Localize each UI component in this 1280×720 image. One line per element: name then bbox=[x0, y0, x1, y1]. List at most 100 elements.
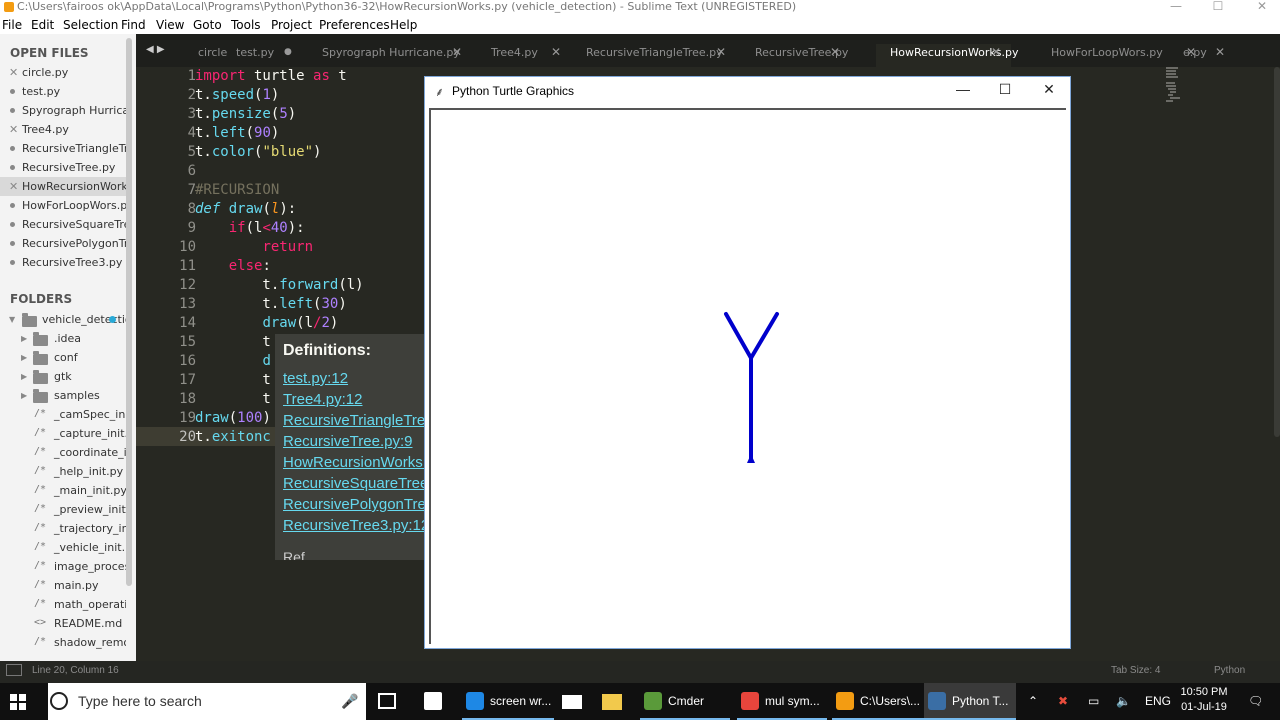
tab-nav-arrows-icon[interactable]: ◀ ▶ bbox=[146, 44, 165, 55]
syntax-indicator[interactable]: Python bbox=[1214, 665, 1245, 676]
menu-help[interactable]: Help bbox=[390, 18, 417, 32]
taskbar-app[interactable]: screen wr... bbox=[462, 683, 554, 720]
definition-link[interactable]: RecursivePolygonTree.py:12 bbox=[283, 496, 425, 513]
close-window-button[interactable]: ✕ bbox=[1244, 0, 1280, 14]
unsaved-dot-icon[interactable] bbox=[10, 165, 15, 170]
folder-file-item[interactable]: /* image_processing.py bbox=[0, 557, 126, 576]
unsaved-dot-icon[interactable] bbox=[10, 108, 15, 113]
close-tab-icon[interactable]: ✕ bbox=[551, 45, 561, 59]
definition-link[interactable]: RecursiveTriangleTree.py:12 bbox=[283, 412, 425, 429]
open-file-item[interactable]: HowForLoopWors.py bbox=[0, 196, 126, 215]
menu-find[interactable]: Find bbox=[121, 18, 146, 32]
open-file-item[interactable]: RecursiveTree.py bbox=[0, 158, 126, 177]
volume-icon[interactable]: 🔈 bbox=[1116, 694, 1131, 708]
definition-link[interactable]: test.py:12 bbox=[283, 370, 348, 387]
close-tab-icon[interactable]: ✕ bbox=[830, 45, 840, 59]
turtle-maximize-button[interactable]: ☐ bbox=[985, 81, 1025, 101]
definition-link[interactable]: RecursiveSquareTree.py:12 bbox=[283, 475, 425, 492]
open-file-item[interactable]: RecursiveTree3.py bbox=[0, 253, 126, 272]
folder-root[interactable]: ▼ vehicle_detection bbox=[0, 310, 126, 329]
tab-size-indicator[interactable]: Tab Size: 4 bbox=[1111, 665, 1160, 676]
close-file-icon[interactable]: ✕ bbox=[9, 180, 18, 193]
editor-tab[interactable]: Spyrograph Hurricane.py ✕ bbox=[322, 44, 472, 67]
folder-file-item[interactable]: /* _main_init.py bbox=[0, 481, 126, 500]
folder-file-item[interactable]: /* _help_init.py bbox=[0, 462, 126, 481]
editor-tab[interactable]: Tree4.py ✕ bbox=[491, 44, 571, 67]
open-file-item[interactable]: RecursiveTriangleTree.py bbox=[0, 139, 126, 158]
menu-project[interactable]: Project bbox=[271, 18, 312, 32]
turtle-close-button[interactable]: ✕ bbox=[1029, 81, 1069, 101]
folder-file-item[interactable]: /* math_operations.py bbox=[0, 595, 126, 614]
task-view-icon[interactable] bbox=[378, 693, 396, 709]
open-file-item[interactable]: RecursivePolygonTree.py bbox=[0, 234, 126, 253]
definition-link[interactable]: RecursiveTree3.py:12 bbox=[283, 517, 425, 534]
close-file-icon[interactable]: ✕ bbox=[9, 123, 18, 136]
subfolder-item[interactable]: ▶ gtk bbox=[0, 367, 126, 386]
taskbar-search[interactable]: Type here to search 🎤 bbox=[48, 683, 366, 720]
taskbar-app[interactable]: Python T... bbox=[924, 683, 1016, 720]
minimize-window-button[interactable]: — bbox=[1158, 0, 1194, 14]
menu-tools[interactable]: Tools bbox=[231, 18, 261, 32]
store-icon[interactable] bbox=[424, 692, 442, 710]
folder-file-item[interactable]: /* main.py bbox=[0, 576, 126, 595]
close-tab-icon[interactable]: ✕ bbox=[991, 45, 1001, 59]
turtle-canvas[interactable] bbox=[429, 108, 1066, 644]
folder-file-item[interactable]: <> README.md bbox=[0, 614, 126, 633]
unsaved-dot-icon[interactable] bbox=[10, 146, 15, 151]
close-tab-icon[interactable]: ✕ bbox=[1215, 45, 1225, 59]
mail-icon[interactable] bbox=[562, 695, 582, 709]
subfolder-item[interactable]: ▶ samples bbox=[0, 386, 126, 405]
language-indicator[interactable]: ENG bbox=[1145, 694, 1171, 708]
notifications-icon[interactable]: 🗨 bbox=[1248, 694, 1263, 708]
editor-tab[interactable]: e.py ✕ bbox=[1183, 44, 1235, 67]
battery-icon[interactable]: ▭ bbox=[1088, 694, 1099, 708]
folder-file-item[interactable]: /* _vehicle_init.py bbox=[0, 538, 126, 557]
editor-scrollbar[interactable] bbox=[1274, 67, 1280, 437]
subfolder-item[interactable]: ▶ .idea bbox=[0, 329, 126, 348]
editor-tab[interactable]: circle bbox=[198, 44, 234, 67]
open-file-item[interactable]: Spyrograph Hurricane.py bbox=[0, 101, 126, 120]
editor-tab[interactable]: RecursiveTree.py ✕ bbox=[755, 44, 850, 67]
folder-file-item[interactable]: /* _coordinate_init.py bbox=[0, 443, 126, 462]
menu-file[interactable]: File bbox=[2, 18, 22, 32]
folder-file-item[interactable]: /* shadow_removal.py bbox=[0, 633, 126, 652]
panel-toggle-icon[interactable] bbox=[6, 664, 22, 676]
taskbar-app[interactable]: Cmder bbox=[640, 683, 730, 720]
folder-file-item[interactable]: /* _capture_init.py bbox=[0, 424, 126, 443]
windows-start-icon[interactable] bbox=[10, 694, 26, 710]
menu-view[interactable]: View bbox=[156, 18, 184, 32]
menu-selection[interactable]: Selection bbox=[63, 18, 118, 32]
open-file-item[interactable]: test.py bbox=[0, 82, 126, 101]
unsaved-dot-icon[interactable] bbox=[10, 203, 15, 208]
file-explorer-icon[interactable] bbox=[602, 694, 622, 710]
definition-link[interactable]: Tree4.py:12 bbox=[283, 391, 363, 408]
open-file-item[interactable]: ✕ Tree4.py bbox=[0, 120, 126, 139]
network-warning-icon[interactable]: ✖ bbox=[1058, 694, 1068, 708]
unsaved-dot-icon[interactable]: ● bbox=[284, 47, 292, 57]
menu-goto[interactable]: Goto bbox=[193, 18, 222, 32]
unsaved-dot-icon[interactable] bbox=[10, 222, 15, 227]
folder-file-item[interactable]: /* _camSpec_init_.py bbox=[0, 405, 126, 424]
microphone-icon[interactable]: 🎤 bbox=[341, 693, 358, 710]
open-file-item[interactable]: ✕ circle.py bbox=[0, 63, 126, 82]
definition-link[interactable]: HowRecursionWorks.py:8 bbox=[283, 454, 425, 471]
unsaved-dot-icon[interactable] bbox=[10, 89, 15, 94]
close-tab-icon[interactable]: ✕ bbox=[452, 45, 462, 59]
definition-link[interactable]: RecursiveTree.py:9 bbox=[283, 433, 413, 450]
close-tab-icon[interactable]: ✕ bbox=[716, 45, 726, 59]
sidebar-scrollbar[interactable] bbox=[126, 38, 132, 586]
menu-preferences[interactable]: Preferences bbox=[319, 18, 390, 32]
turtle-minimize-button[interactable]: — bbox=[943, 81, 983, 101]
menu-edit[interactable]: Edit bbox=[31, 18, 54, 32]
unsaved-dot-icon[interactable] bbox=[10, 260, 15, 265]
close-file-icon[interactable]: ✕ bbox=[9, 66, 18, 79]
editor-tab[interactable]: test.py ● bbox=[236, 44, 304, 67]
editor-tab[interactable]: RecursiveTriangleTree.py ✕ bbox=[586, 44, 736, 67]
folder-file-item[interactable]: /* _trajectory_init.py bbox=[0, 519, 126, 538]
open-file-item[interactable]: ✕ HowRecursionWorks.py bbox=[0, 177, 126, 196]
subfolder-item[interactable]: ▶ conf bbox=[0, 348, 126, 367]
show-hidden-icons-icon[interactable]: ⌃ bbox=[1028, 694, 1038, 708]
unsaved-dot-icon[interactable] bbox=[10, 241, 15, 246]
taskbar-app[interactable]: mul sym... bbox=[737, 683, 827, 720]
maximize-window-button[interactable]: ☐ bbox=[1200, 0, 1236, 14]
